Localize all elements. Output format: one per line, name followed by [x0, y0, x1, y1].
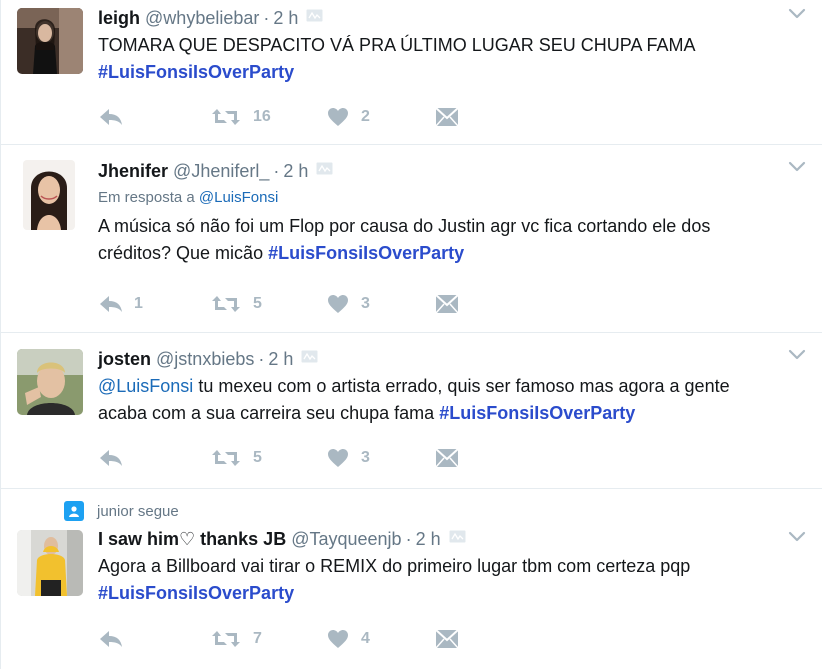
- like-count: 3: [361, 449, 370, 466]
- separator: ·: [273, 161, 280, 181]
- retweet-icon: [211, 107, 241, 127]
- retweet-icon: [211, 629, 241, 649]
- tweet-text: A música só não foi um Flop por causa do…: [98, 213, 782, 267]
- hashtag-link[interactable]: #LuisFonsiIsOverParty: [98, 583, 294, 603]
- separator: ·: [405, 529, 412, 549]
- social-context-label[interactable]: junior segue: [97, 503, 179, 520]
- timestamp[interactable]: 2 h: [416, 529, 441, 549]
- like-button[interactable]: 2: [327, 104, 370, 130]
- heart-icon: [327, 294, 349, 314]
- tweet-text: @LuisFonsi tu mexeu com o artista errado…: [98, 373, 782, 427]
- username[interactable]: @jstnxbiebs: [156, 349, 254, 369]
- social-context: junior segue: [64, 501, 179, 521]
- hashtag-link[interactable]: #LuisFonsiIsOverParty: [439, 403, 635, 423]
- direct-message-button[interactable]: [435, 104, 459, 130]
- reply-button[interactable]: [98, 626, 124, 652]
- separator: ·: [258, 349, 265, 369]
- hashtag-link[interactable]: #LuisFonsiIsOverParty: [98, 62, 294, 82]
- translate-icon: [301, 350, 318, 363]
- username[interactable]: @whybeliebar: [145, 8, 259, 28]
- username[interactable]: @Tayqueenjb: [291, 529, 401, 549]
- retweet-button[interactable]: 5: [211, 445, 262, 471]
- retweet-count: 5: [253, 295, 262, 312]
- chevron-down-icon[interactable]: [788, 349, 806, 361]
- retweet-button[interactable]: 16: [211, 104, 271, 130]
- retweet-count: 16: [253, 108, 271, 125]
- avatar[interactable]: [17, 8, 83, 74]
- separator: ·: [263, 8, 270, 28]
- chevron-down-icon[interactable]: [788, 531, 806, 543]
- tweet-header: josten @jstnxbiebs · 2 h: [98, 348, 782, 370]
- heart-icon: [327, 448, 349, 468]
- envelope-icon: [435, 448, 459, 468]
- tweet-text-body: Agora a Billboard vai tirar o REMIX do p…: [98, 556, 691, 576]
- reply-count: 1: [134, 295, 143, 312]
- hashtag-link[interactable]: #LuisFonsiIsOverParty: [268, 243, 464, 263]
- fullname[interactable]: josten: [98, 349, 151, 369]
- retweet-button[interactable]: 5: [211, 291, 262, 317]
- like-count: 2: [361, 108, 370, 125]
- tweet-header: I saw him♡ thanks JB @Tayqueenjb · 2 h: [98, 528, 782, 550]
- reply-button[interactable]: [98, 104, 124, 130]
- timeline: leigh @whybeliebar · 2 h TOMARA QUE DESPAC…: [0, 0, 822, 669]
- tweet[interactable]: junior segue I saw him♡ thanks JB @Tayqu…: [1, 489, 822, 669]
- username[interactable]: @Jheniferl_: [173, 161, 269, 181]
- reply-icon: [98, 629, 124, 649]
- fullname[interactable]: I saw him♡ thanks JB: [98, 529, 286, 549]
- envelope-icon: [435, 107, 459, 127]
- reply-context: Em resposta a @LuisFonsi: [98, 188, 782, 208]
- retweet-button[interactable]: 7: [211, 626, 262, 652]
- tweet-text: Agora a Billboard vai tirar o REMIX do p…: [98, 553, 782, 607]
- avatar[interactable]: [17, 530, 83, 596]
- reply-context-label: Em resposta a: [98, 189, 195, 206]
- avatar[interactable]: [17, 349, 83, 415]
- direct-message-button[interactable]: [435, 445, 459, 471]
- envelope-icon: [435, 629, 459, 649]
- tweet[interactable]: leigh @whybeliebar · 2 h TOMARA QUE DESPAC…: [1, 0, 822, 145]
- retweet-icon: [211, 294, 241, 314]
- mention-link[interactable]: @LuisFonsi: [98, 376, 193, 396]
- timestamp[interactable]: 2 h: [273, 8, 298, 28]
- reply-to-link[interactable]: @LuisFonsi: [199, 189, 278, 206]
- tweet-header: Jhenifer @Jheniferl_ · 2 h: [98, 160, 782, 182]
- tweet-text: TOMARA QUE DESPACITO VÁ PRA ÚLTIMO LUGAR…: [98, 32, 782, 86]
- direct-message-button[interactable]: [435, 291, 459, 317]
- reply-icon: [98, 294, 124, 314]
- reply-button[interactable]: 1: [98, 291, 143, 317]
- timestamp[interactable]: 2 h: [283, 161, 308, 181]
- avatar[interactable]: [23, 160, 75, 230]
- reply-icon: [98, 107, 124, 127]
- chevron-down-icon[interactable]: [788, 8, 806, 20]
- like-count: 4: [361, 630, 370, 647]
- retweet-count: 5: [253, 449, 262, 466]
- retweet-count: 7: [253, 630, 262, 647]
- tweet-text-body: TOMARA QUE DESPACITO VÁ PRA ÚLTIMO LUGAR…: [98, 35, 696, 55]
- tweet[interactable]: Jhenifer @Jheniferl_ · 2 h Em resposta a @…: [1, 145, 822, 333]
- like-count: 3: [361, 295, 370, 312]
- heart-icon: [327, 107, 349, 127]
- tweet[interactable]: josten @jstnxbiebs · 2 h @LuisFonsi tu mex…: [1, 333, 822, 489]
- retweet-icon: [211, 448, 241, 468]
- timestamp[interactable]: 2 h: [268, 349, 293, 369]
- direct-message-button[interactable]: [435, 626, 459, 652]
- reply-icon: [98, 448, 124, 468]
- translate-icon: [449, 530, 466, 543]
- user-follow-icon: [64, 501, 84, 521]
- fullname[interactable]: leigh: [98, 8, 140, 28]
- like-button[interactable]: 4: [327, 626, 370, 652]
- fullname[interactable]: Jhenifer: [98, 161, 168, 181]
- translate-icon: [316, 162, 333, 175]
- envelope-icon: [435, 294, 459, 314]
- chevron-down-icon[interactable]: [788, 161, 806, 173]
- like-button[interactable]: 3: [327, 445, 370, 471]
- reply-button[interactable]: [98, 445, 124, 471]
- heart-icon: [327, 629, 349, 649]
- tweet-header: leigh @whybeliebar · 2 h: [98, 7, 782, 29]
- like-button[interactable]: 3: [327, 291, 370, 317]
- translate-icon: [306, 9, 323, 22]
